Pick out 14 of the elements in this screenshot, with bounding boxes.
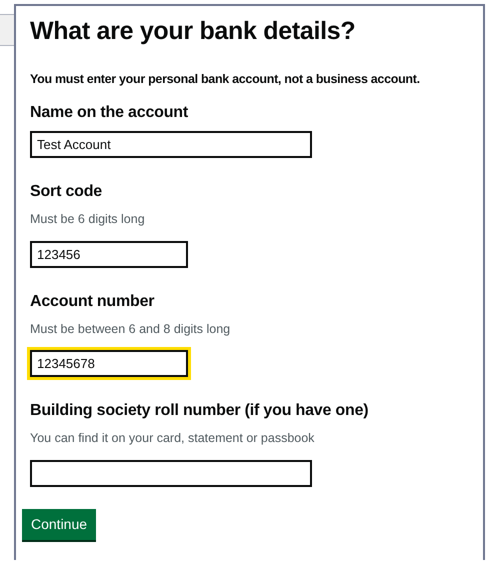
field-label: Name on the account [30, 102, 190, 123]
field-label: Sort code [30, 182, 103, 202]
hint-text: Must be between 6 and 8 digits long [30, 320, 232, 338]
field-label: Building society roll number (if you have one) [30, 401, 370, 422]
input-field[interactable] [30, 460, 312, 487]
page-heading: What are your bank details? [30, 16, 356, 46]
input-field[interactable]: 12345678 [30, 350, 188, 378]
field-label: Account number [30, 292, 156, 312]
input-field[interactable]: 123456 [30, 240, 188, 268]
hint-text: You can find it on your card, statement or passbook [30, 430, 316, 448]
continue-button[interactable]: Continue [22, 509, 96, 540]
input-field[interactable]: Test Account [30, 130, 312, 158]
hint-text: Must be 6 digits long [30, 210, 146, 228]
intro-text: You must enter your personal bank account, not a business account. [30, 71, 421, 88]
